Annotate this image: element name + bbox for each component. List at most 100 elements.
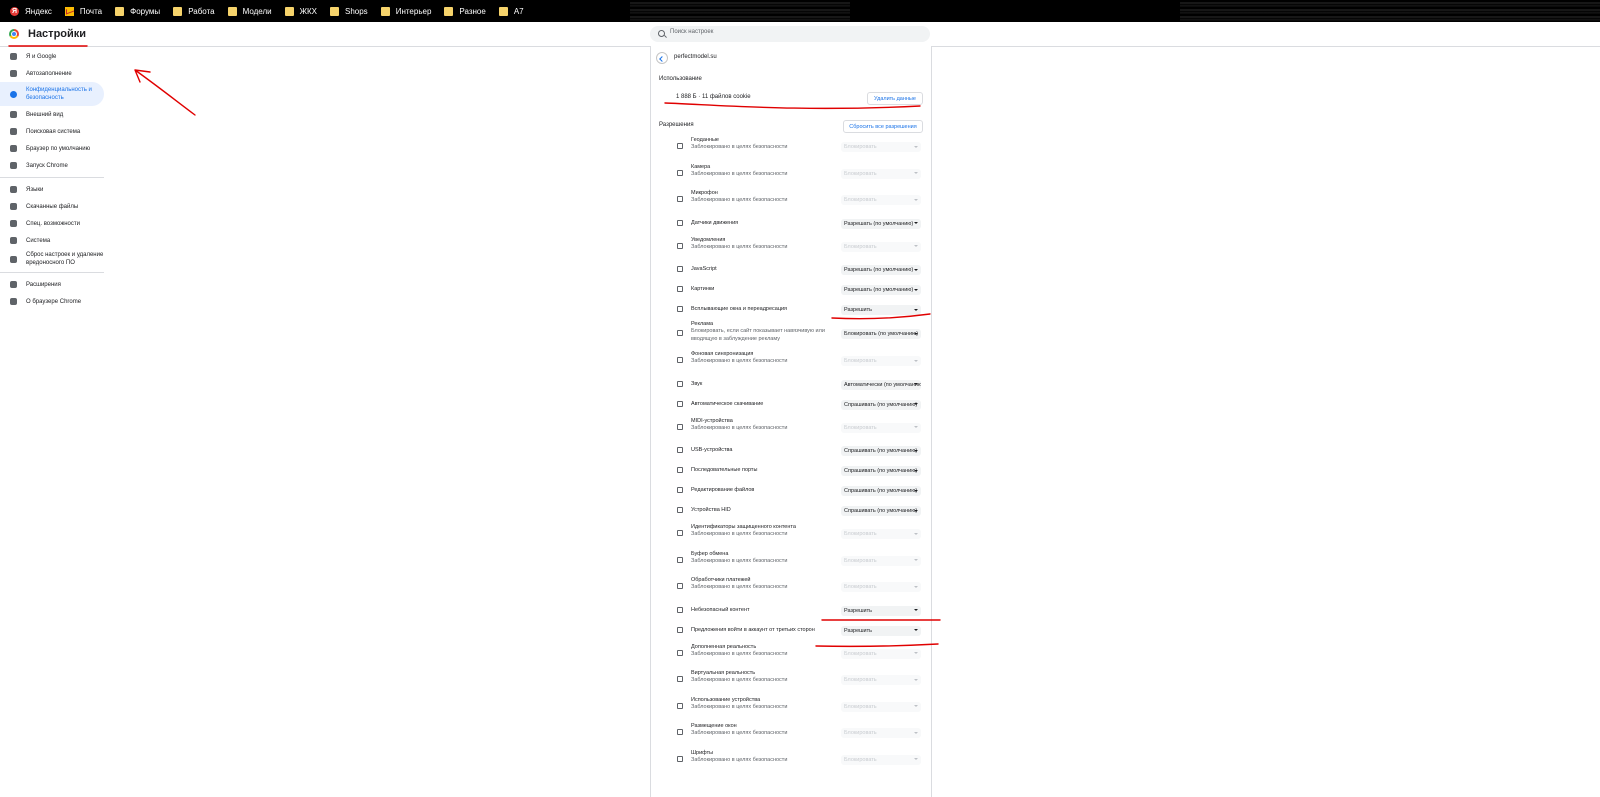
permission-row: Заблокировано в целях безопасности Фонова…: [651, 348, 931, 375]
permission-title: Реклама: [691, 321, 714, 327]
permission-select[interactable]: Спрашивать (по умолчанию): [841, 466, 921, 476]
permission-subtitle-line2: вводящую в заблуждение рекламу: [691, 336, 780, 342]
permission-select[interactable]: Разрешить: [841, 605, 921, 616]
sidebar-item-label: Сброс настроек и удаление вредоносного П…: [26, 252, 104, 266]
ar-icon: [677, 649, 683, 656]
chevron-down-icon: [914, 383, 918, 385]
permission-select: Блокировать: [841, 648, 921, 659]
permission-select-value: Блокировать: [844, 144, 877, 151]
search-input[interactable]: Поиск настроек: [650, 26, 930, 42]
sidebar-item-icon: [10, 90, 17, 98]
permission-title: Автоматическое скачивание: [691, 400, 764, 407]
permission-subtitle: Заблокировано в целях безопасности: [691, 358, 788, 364]
chevron-down-icon: [914, 268, 918, 271]
permission-select[interactable]: Разрешать (по умолчанию): [841, 265, 921, 275]
permission-title: Виртуальная реальность: [691, 670, 756, 676]
permission-title: Всплывающие окна и переадресация: [691, 306, 788, 312]
sidebar-item[interactable]: Сброс настроек и удаление вредоносного П…: [0, 249, 104, 269]
permission-row: Заблокировано в целях безопасности Микроф…: [651, 187, 931, 214]
bookmark-5[interactable]: ЖКХ: [281, 0, 326, 22]
sidebar-item[interactable]: Система: [0, 232, 104, 249]
bookmark-1[interactable]: Почта: [61, 0, 111, 22]
ads-icon: [677, 330, 683, 336]
sidebar-item-label: Конфиденциальность и безопасность: [26, 87, 92, 101]
permission-subtitle: Заблокировано в целях безопасности: [691, 170, 788, 177]
permission-row: Устройства HID Спрашивать (по умолчанию): [651, 501, 931, 521]
back-arrow-button[interactable]: [656, 52, 668, 64]
chevron-down-icon: [914, 449, 918, 452]
permission-select[interactable]: Автоматически (по умолчанию): [841, 379, 921, 390]
permission-select[interactable]: Разрешать (по умолчанию): [841, 218, 921, 229]
bookmark-label: Яндекс: [25, 6, 52, 16]
permission-title: Размещение окон: [691, 723, 737, 729]
chevron-down-icon: [914, 509, 918, 512]
permission-row: Заблокировано в целях безопасности MIDI-у…: [651, 415, 931, 442]
chevron-down-icon: [914, 426, 918, 429]
permission-select[interactable]: Спрашивать (по умолчанию): [841, 486, 921, 496]
permission-subtitle: Заблокировано в целях безопасности: [691, 243, 788, 250]
permission-select[interactable]: Блокировать (по умолчанию): [841, 329, 921, 339]
sidebar-item[interactable]: Запуск Chrome: [0, 157, 104, 174]
sidebar-item-label: Поисковая система: [26, 128, 81, 135]
permission-select[interactable]: Разрешить: [841, 305, 921, 315]
permission-select: Блокировать: [841, 422, 921, 433]
permission-subtitle: Блокировать, если сайт показывает навязч…: [691, 328, 825, 334]
sidebar-item[interactable]: Внешний вид: [0, 106, 104, 123]
permission-select: Блокировать: [841, 555, 921, 566]
permission-select-value: Блокировать: [844, 730, 877, 737]
popup-icon: [677, 306, 683, 312]
permission-title: JavaScript: [691, 266, 717, 272]
chevron-down-icon: [914, 731, 918, 734]
sidebar-item[interactable]: Я и Google: [0, 48, 104, 65]
sidebar-item[interactable]: Скачанные файлы: [0, 198, 104, 215]
permission-row: Блокировать, если сайт показывает навязч…: [651, 320, 931, 348]
chevron-down-icon: [914, 172, 918, 175]
chevron-down-icon: [914, 403, 918, 405]
bookmark-8[interactable]: Разное: [440, 0, 494, 22]
bookmark-2[interactable]: Форумы: [111, 0, 169, 22]
bookmark-9[interactable]: А7: [495, 0, 533, 22]
permission-row: Небезопасный контент Разрешить: [651, 601, 931, 621]
delete-data-button[interactable]: Удалить данные: [867, 92, 923, 105]
sidebar-item[interactable]: Автозаполнение: [0, 65, 104, 82]
permission-row: Заблокировано в целях безопасности Иденти…: [651, 521, 931, 548]
permission-subtitle: Заблокировано в целях безопасности: [691, 557, 788, 564]
sidebar-item-label: Система: [26, 237, 51, 244]
permission-select-value: Блокировать (по умолчанию): [844, 331, 919, 337]
permission-select[interactable]: Спрашивать (по умолчанию): [841, 446, 921, 456]
sidebar-item-icon: [10, 128, 17, 135]
chevron-down-icon: [914, 198, 918, 201]
sidebar: Я и Google Автозаполнение Конфиденциальнос…: [0, 48, 104, 310]
bookmark-6[interactable]: Shops: [326, 0, 377, 22]
sidebar-item[interactable]: Браузер по умолчанию: [0, 140, 104, 157]
permission-select[interactable]: Разрешать (по умолчанию): [841, 285, 921, 295]
permission-row: USB-устройства Спрашивать (по умолчанию): [651, 441, 931, 461]
permission-select-value: Разрешать (по умолчанию): [844, 220, 914, 227]
permission-row: Редактирование файлов Спрашивать (по умол…: [651, 481, 931, 501]
chevron-down-icon: [914, 532, 918, 535]
reset-permissions-button[interactable]: Сбросить все разрешения: [843, 120, 923, 133]
bookmark-4[interactable]: Модели: [224, 0, 281, 22]
sidebar-item[interactable]: Конфиденциальность и безопасность: [0, 82, 104, 106]
sidebar-item[interactable]: Расширения: [0, 276, 104, 293]
bookmark-0[interactable]: Я Яндекс: [6, 0, 61, 22]
permission-row: Заблокировано в целях безопасности Буфер …: [651, 548, 931, 575]
permission-title: Редактирование файлов: [691, 487, 755, 493]
usage-text: 1 888 Б · 11 файлов cookie: [676, 94, 751, 100]
permission-subtitle: Заблокировано в целях безопасности: [691, 424, 788, 431]
sidebar-item-icon: [10, 186, 17, 193]
sidebar-item[interactable]: Языки: [0, 181, 104, 198]
sidebar-item-label: Спец. возможности: [26, 220, 80, 227]
bookmark-3[interactable]: Работа: [169, 0, 223, 22]
sidebar-item[interactable]: О браузере Chrome: [0, 293, 104, 310]
permission-select[interactable]: Спрашивать (по умолчанию): [841, 399, 921, 410]
permission-title: Датчики движения: [691, 219, 739, 226]
sidebar-item[interactable]: Спец. возможности: [0, 215, 104, 232]
permission-select[interactable]: Разрешить: [841, 625, 921, 636]
sidebar-item[interactable]: Поисковая система: [0, 123, 104, 140]
bookmark-7[interactable]: Интерьер: [377, 0, 441, 22]
permission-select-value: Блокировать: [844, 677, 877, 684]
permission-select-value: Автоматически (по умолчанию): [844, 381, 921, 388]
permission-row: Звук Автоматически (по умолчанию): [651, 375, 931, 395]
permission-select[interactable]: Спрашивать (по умолчанию): [841, 506, 921, 516]
